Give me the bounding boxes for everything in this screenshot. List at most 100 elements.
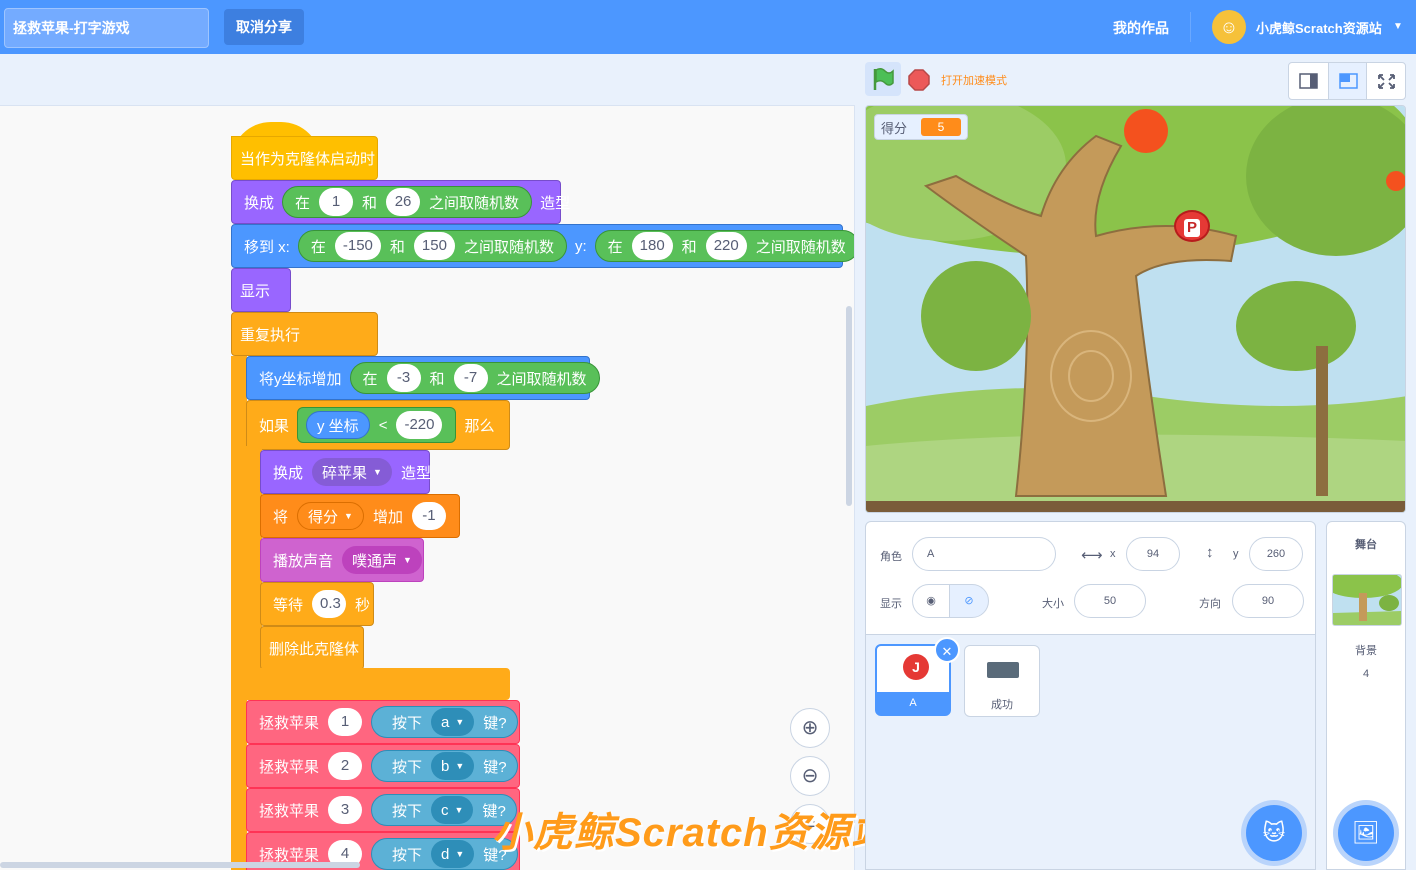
key-dropdown[interactable]: d ▼ [431, 840, 475, 868]
apple-sprite[interactable]: P [1174, 210, 1210, 242]
key-dropdown[interactable]: b ▼ [431, 752, 475, 780]
number-input[interactable]: 1 [328, 708, 363, 736]
watermark-text: 小虎鲸Scratch资源站 [492, 811, 892, 855]
add-backdrop-button[interactable]: 🖼 [1338, 805, 1394, 861]
show-hidden-button[interactable]: ⊘ [949, 584, 989, 618]
variable-dropdown[interactable]: 得分 ▼ [297, 502, 364, 530]
op-label: 之间取随机数 [755, 238, 846, 256]
rescue-apple-block[interactable]: 拯救苹果 2 按下 b ▼ 键? [246, 744, 520, 788]
op-label: 键? [483, 758, 507, 776]
direction-input[interactable]: 90 [1232, 584, 1304, 618]
less-than-operator[interactable]: y 坐标 < -220 [297, 407, 457, 443]
small-stage-button[interactable] [1289, 63, 1328, 99]
key-dropdown[interactable]: a ▼ [431, 708, 475, 736]
block-label: 等待 [273, 596, 304, 614]
cat-add-icon: 🐱 [1262, 820, 1286, 845]
block-label: 秒 [355, 596, 371, 614]
block-label: 显示 [240, 282, 271, 300]
number-input[interactable]: -220 [396, 411, 443, 439]
forever-block[interactable]: 重复执行 [231, 312, 378, 356]
zoom-in-icon[interactable]: ⊕ [790, 708, 830, 748]
show-label: 显示 [880, 598, 902, 610]
if-then-block[interactable]: 如果 y 坐标 < -220 那么 [246, 400, 510, 450]
backdrop-thumbnail[interactable] [1332, 574, 1402, 626]
stop-button[interactable] [908, 69, 930, 91]
stage-panel-title: 舞台 [1355, 539, 1377, 551]
dropdown-value: c [441, 801, 449, 819]
green-flag-button[interactable] [865, 62, 901, 96]
key-dropdown[interactable]: c ▼ [431, 796, 474, 824]
user-avatar[interactable]: ☺ [1212, 10, 1246, 44]
y-arrows-icon: ↕ [1206, 544, 1214, 561]
random-operator[interactable]: 在 -3 和 -7 之间取随机数 [349, 362, 600, 394]
key-pressed-sensor[interactable]: 按下 a ▼ 键? [371, 706, 518, 738]
number-input[interactable]: 180 [631, 232, 673, 260]
show-visible-button[interactable]: ◉ [912, 584, 950, 618]
number-input[interactable]: 150 [413, 232, 455, 260]
variable-monitor[interactable]: 得分 5 [874, 114, 969, 140]
add-sprite-button[interactable]: 🐱 [1246, 805, 1302, 861]
op-label: 键? [483, 714, 507, 732]
trash-icon[interactable]: ✕ [934, 637, 960, 663]
chevron-down-icon[interactable]: ▼ [1393, 21, 1403, 32]
large-stage-button[interactable] [1328, 63, 1367, 99]
delete-clone-block[interactable]: 删除此克隆体 [260, 626, 364, 670]
costume-dropdown[interactable]: 碎苹果 ▼ [312, 458, 392, 486]
unshare-button[interactable]: 取消分享 [224, 9, 304, 45]
play-sound-block[interactable]: 播放声音 噗通声 ▼ [260, 538, 424, 582]
y-position-input[interactable]: 260 [1249, 537, 1303, 571]
stage-canvas[interactable]: 得分 5 P [865, 105, 1406, 513]
sprite-thumbnail [987, 662, 1019, 678]
sprite-card-success[interactable]: 成功 [964, 645, 1040, 717]
number-input[interactable]: -7 [453, 364, 488, 392]
fullscreen-button[interactable] [1367, 63, 1406, 99]
block-label: 拯救苹果 [259, 802, 320, 820]
horizontal-scrollbar[interactable] [0, 862, 360, 868]
random-operator[interactable]: 在 1 和 26 之间取随机数 [282, 186, 533, 218]
op-label: 在 [310, 238, 326, 256]
chevron-down-icon: ▼ [344, 511, 353, 521]
number-input[interactable]: -1 [411, 502, 446, 530]
switch-costume-block[interactable]: 换成 在 1 和 26 之间取随机数 造型 [231, 180, 570, 224]
number-input[interactable]: -150 [334, 232, 381, 260]
forever-block-arm[interactable] [231, 356, 247, 870]
change-variable-block[interactable]: 将 得分 ▼ 增加 -1 [260, 494, 460, 538]
project-title-input[interactable]: 拯救苹果-打字游戏 [4, 8, 209, 48]
vertical-scrollbar[interactable] [846, 306, 852, 506]
sprite-card-name: 成功 [991, 699, 1013, 711]
number-input[interactable]: 26 [386, 188, 421, 216]
username-label[interactable]: 小虎鲸Scratch资源站 [1256, 18, 1382, 37]
random-operator[interactable]: 在 -150 和 150 之间取随机数 [297, 230, 567, 262]
number-input[interactable]: 0.3 [312, 590, 347, 618]
goto-xy-block[interactable]: 移到 x: 在 -150 和 150 之间取随机数 y: 在 180 和 220… [231, 224, 854, 268]
random-operator[interactable]: 在 180 和 220 之间取随机数 [594, 230, 854, 262]
block-label: 那么 [464, 417, 495, 435]
sprite-letter: P [1183, 219, 1200, 237]
y-position-reporter[interactable]: y 坐标 [306, 411, 370, 439]
rescue-apple-block[interactable]: 拯救苹果 3 按下 c ▼ 键? [246, 788, 520, 832]
dropdown-value: 得分 [308, 508, 339, 526]
sprite-name-input[interactable]: A [912, 537, 1056, 571]
when-clone-starts-block[interactable]: 当作为克隆体启动时 [231, 136, 378, 180]
size-input[interactable]: 50 [1074, 584, 1146, 618]
switch-costume-block[interactable]: 换成 碎苹果 ▼ 造型 [260, 450, 431, 494]
my-works-link[interactable]: 我的作品 [1113, 18, 1169, 38]
number-input[interactable]: 3 [328, 796, 363, 824]
code-workspace[interactable]: 当作为克隆体启动时 换成 在 1 和 26 之间取随机数 造型 移到 x: 在 … [0, 105, 855, 870]
number-input[interactable]: 2 [328, 752, 363, 780]
number-input[interactable]: 1 [319, 188, 354, 216]
change-y-block[interactable]: 将y坐标增加 在 -3 和 -7 之间取随机数 [246, 356, 600, 400]
number-input[interactable]: 220 [705, 232, 747, 260]
zoom-out-icon[interactable]: ⊖ [790, 756, 830, 796]
number-input[interactable]: -3 [386, 364, 421, 392]
turbo-mode-toggle[interactable]: 打开加速模式 [941, 72, 1007, 88]
x-position-input[interactable]: 94 [1126, 537, 1180, 571]
wait-block[interactable]: 等待 0.3 秒 [260, 582, 374, 626]
if-block-bottom[interactable] [246, 668, 510, 700]
key-pressed-sensor[interactable]: 按下 b ▼ 键? [371, 750, 518, 782]
rescue-apple-block[interactable]: 拯救苹果 1 按下 a ▼ 键? [246, 700, 520, 744]
sound-dropdown[interactable]: 噗通声 ▼ [342, 546, 422, 574]
dropdown-value: 碎苹果 [322, 464, 368, 482]
show-block[interactable]: 显示 [231, 268, 291, 312]
dropdown-value: d [441, 845, 450, 863]
